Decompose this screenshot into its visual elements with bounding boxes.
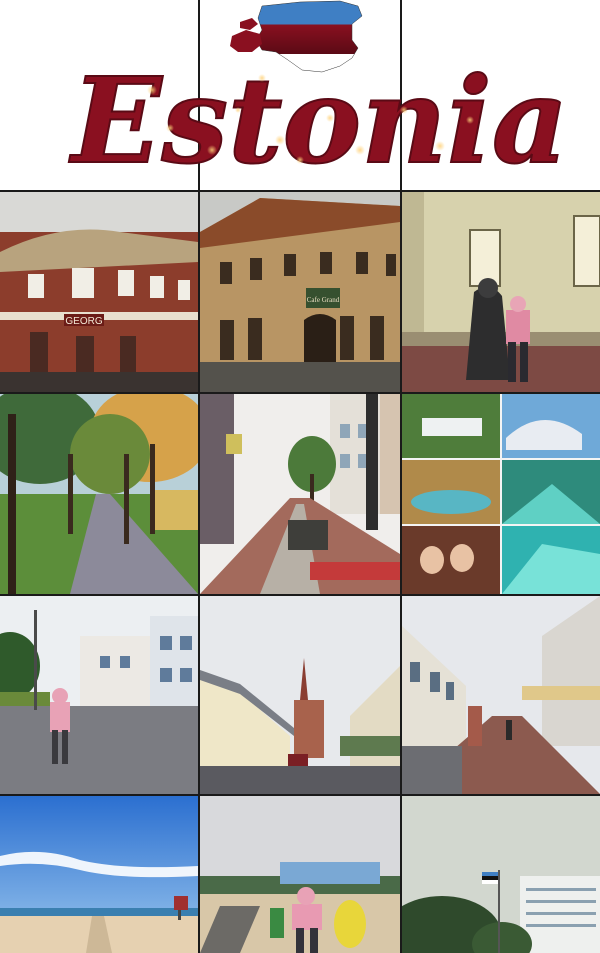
sign-georg: GEORG: [65, 316, 102, 327]
photo-beach: [0, 796, 198, 953]
photo-cafe-grand: Cafe Grand: [200, 192, 400, 392]
photo-statue-woman: [402, 192, 600, 392]
photo-square-woman: [0, 596, 198, 794]
sign-cafe-grand: Cafe Grand: [307, 296, 340, 304]
photo-spa-collage: [402, 394, 600, 594]
photo-hotel-georg: GEORG: [0, 192, 198, 392]
photo-pedestrian-street: [200, 394, 400, 594]
photo-park-alley: [0, 394, 198, 594]
photo-church-street: [200, 596, 400, 794]
photo-beach-woman: [200, 796, 400, 953]
photo-flag-hotel: [402, 796, 600, 953]
photo-brick-street: [402, 596, 600, 794]
